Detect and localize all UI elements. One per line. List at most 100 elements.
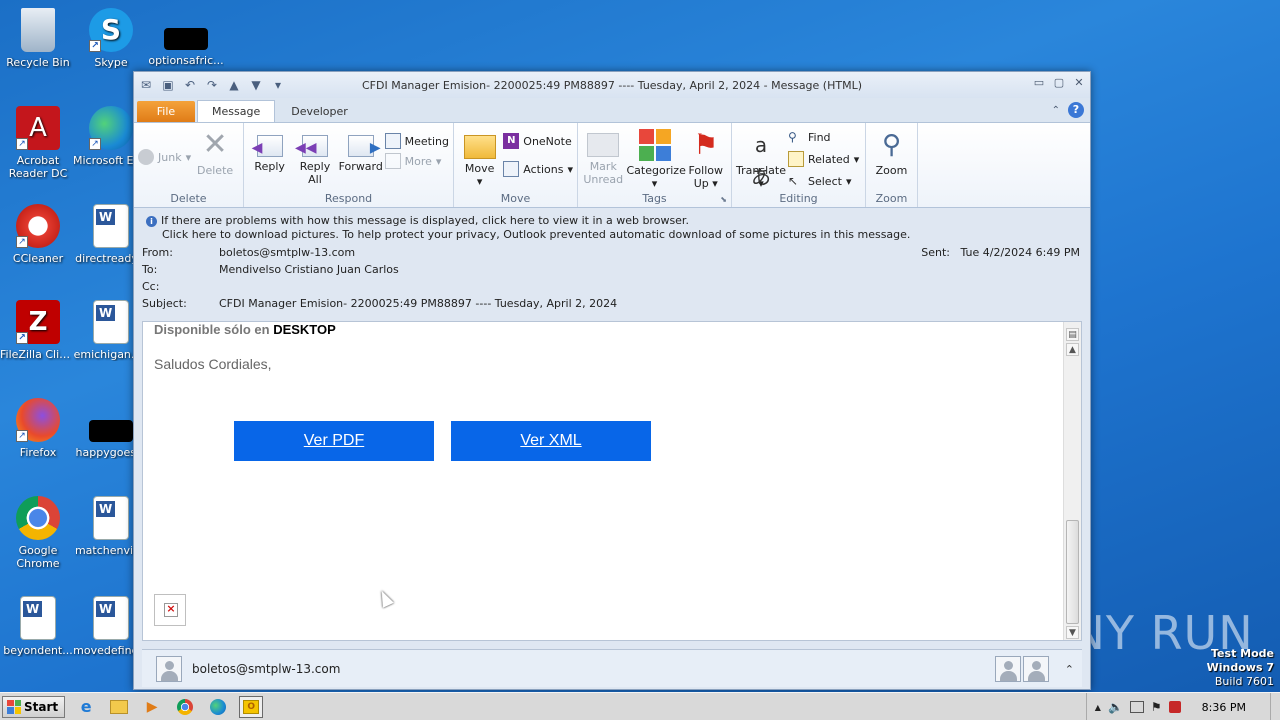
more-respond-button[interactable]: More ▾: [384, 153, 449, 169]
desktop-icon-beyondent[interactable]: W beyondent...: [0, 596, 76, 657]
from-address[interactable]: boletos@smtplw-13.com: [219, 246, 355, 263]
tab-message[interactable]: Message: [197, 100, 276, 122]
close-icon[interactable]: ✕: [1072, 76, 1086, 90]
desktop-icon-recycle-bin[interactable]: Recycle Bin: [0, 8, 76, 69]
people-pane-email[interactable]: boletos@smtplw-13.com: [192, 662, 340, 676]
minimize-icon[interactable]: ▭: [1032, 76, 1046, 90]
outlook-icon: O: [243, 699, 260, 714]
skype-icon: S ↗: [89, 8, 133, 52]
scroll-page-icon[interactable]: ▤: [1066, 328, 1079, 341]
desktop-icon-skype[interactable]: S ↗ Skype: [73, 8, 149, 69]
mark-unread-icon: [587, 133, 620, 157]
outlook-message-window: ✉ ▣ ↶ ↷ ▲ ▼ ▾ CFDI Manager Emision- 2200…: [133, 71, 1091, 690]
find-button[interactable]: ⚲ Find: [788, 129, 859, 145]
taskbar-internet-explorer[interactable]: e: [74, 696, 98, 718]
people-pane: boletos@smtplw-13.com ⌃: [142, 649, 1082, 687]
taskbar-explorer[interactable]: [107, 696, 131, 718]
message-body: Disponible sólo en DESKTOP Saludos Cordi…: [142, 321, 1082, 641]
related-button[interactable]: Related ▾: [788, 151, 859, 167]
collapse-ribbon-icon[interactable]: ⌃: [1052, 105, 1060, 116]
tab-developer[interactable]: Developer: [277, 101, 362, 122]
info-icon: i: [146, 216, 157, 227]
group-delete: Junk ▾ ✕ Delete Delete: [134, 123, 244, 207]
chrome-icon: [16, 496, 60, 540]
availability-text: Disponible sólo en DESKTOP: [154, 322, 336, 337]
forward-icon: ▶: [347, 135, 381, 157]
junk-button[interactable]: Junk ▾: [138, 149, 191, 165]
ribbon-tabs: File Message Developer ⌃ ?: [134, 98, 1090, 122]
tab-file[interactable]: File: [137, 101, 195, 122]
word-document-icon: W: [93, 300, 129, 344]
desktop-icon-ccleaner[interactable]: ↗ CCleaner: [0, 204, 76, 265]
recycle-bin-icon: [21, 8, 55, 52]
word-document-icon: W: [20, 596, 56, 640]
filezilla-icon: Z ↗: [16, 300, 60, 344]
title-bar: ✉ ▣ ↶ ↷ ▲ ▼ ▾ CFDI Manager Emision- 2200…: [134, 72, 1090, 98]
next-item-icon[interactable]: ▼: [248, 77, 264, 93]
customize-toolbar-icon[interactable]: ▾: [270, 77, 286, 93]
tags-dialog-launcher-icon[interactable]: ⬊: [720, 195, 727, 204]
follow-up-flag-icon: ⚑: [693, 128, 719, 161]
onenote-icon: N: [503, 133, 520, 149]
volume-icon[interactable]: 🔈: [1108, 700, 1123, 714]
vertical-scrollbar[interactable]: ▤ ▲ ▼: [1063, 322, 1081, 640]
desktop-icon-chrome[interactable]: Google Chrome: [0, 496, 76, 570]
desktop-icon-filezilla[interactable]: Z ↗ FileZilla Client: [0, 300, 76, 361]
desktop-icon-acrobat[interactable]: A ↗ Acrobat Reader DC: [0, 106, 76, 180]
desktop-icon-optionsafric[interactable]: optionsafric...: [148, 8, 224, 67]
redacted-file-icon: [89, 420, 133, 442]
actions-button[interactable]: Actions ▾: [503, 161, 573, 177]
windows-test-mode-watermark: Test Mode Windows 7 Build 7601: [1206, 647, 1274, 688]
chrome-icon: [177, 698, 194, 715]
previous-item-icon[interactable]: ▲: [226, 77, 242, 93]
onenote-button[interactable]: N OneNote: [503, 133, 573, 149]
edge-icon: [210, 698, 227, 715]
select-button[interactable]: ↖ Select ▾: [788, 173, 859, 189]
firefox-icon: ↗: [16, 398, 60, 442]
person-avatar[interactable]: [1022, 656, 1049, 682]
select-cursor-icon: ↖: [788, 174, 799, 188]
taskbar-media-player[interactable]: ▶: [140, 696, 164, 718]
related-icon: [788, 151, 804, 167]
broken-image-icon: [154, 594, 186, 626]
undo-icon[interactable]: ↶: [182, 77, 198, 93]
group-tags: Mark Unread Categorize ▾ ⚑ Follow Up ▾ Ta…: [578, 123, 732, 207]
scroll-down-icon[interactable]: ▼: [1066, 626, 1079, 639]
taskbar-edge[interactable]: [206, 696, 230, 718]
show-desktop-button[interactable]: [1270, 693, 1280, 720]
redacted-file-icon: [164, 28, 208, 50]
ver-xml-button[interactable]: Ver XML: [451, 421, 651, 461]
info-bar[interactable]: i If there are problems with how this mes…: [134, 208, 1090, 246]
group-move: Move ▾ N OneNote Actions ▾ Move: [454, 123, 578, 207]
help-icon[interactable]: ?: [1068, 102, 1084, 118]
expand-people-pane-icon[interactable]: ⌃: [1065, 663, 1074, 676]
clock[interactable]: 8:36 PM: [1202, 701, 1246, 714]
taskbar-chrome[interactable]: [173, 696, 197, 718]
save-icon[interactable]: ▣: [160, 77, 176, 93]
sender-avatar[interactable]: [156, 655, 182, 682]
outlook-envelope-icon[interactable]: ✉: [138, 77, 154, 93]
scroll-up-icon[interactable]: ▲: [1066, 343, 1079, 356]
group-editing: aあ Translate ▾ ⚲ Find Related ▾ ↖ Select ▾ …: [732, 123, 866, 207]
person-avatar[interactable]: [994, 656, 1021, 682]
sent-date: Sent: Tue 4/2/2024 6:49 PM: [921, 246, 1080, 259]
start-button[interactable]: Start: [2, 695, 66, 718]
show-hidden-icons[interactable]: ▲: [1095, 703, 1101, 712]
desktop-icon-firefox[interactable]: ↗ Firefox: [0, 398, 76, 459]
meeting-button[interactable]: Meeting: [384, 133, 449, 149]
delete-x-icon: ✕: [202, 127, 228, 162]
scroll-thumb[interactable]: [1066, 520, 1079, 624]
security-icon[interactable]: [1168, 701, 1181, 713]
quick-access-toolbar: ✉ ▣ ↶ ↷ ▲ ▼ ▾: [134, 77, 286, 93]
ver-pdf-button[interactable]: Ver PDF: [234, 421, 434, 461]
binoculars-icon: ⚲: [788, 130, 797, 144]
network-icon[interactable]: [1129, 701, 1144, 713]
redo-icon[interactable]: ↷: [204, 77, 220, 93]
action-center-flag-icon[interactable]: ⚑: [1151, 700, 1162, 714]
group-respond: ◀ Reply ◀◀ Reply All ▶ Forward Meeting M…: [244, 123, 454, 207]
to-recipient[interactable]: Mendivelso Cristiano Juan Carlos: [219, 263, 399, 280]
taskbar-outlook[interactable]: O: [239, 695, 264, 718]
ccleaner-icon: ↗: [16, 204, 60, 248]
maximize-icon[interactable]: ▢: [1052, 76, 1066, 90]
taskbar: Start e ▶ O ▲ 🔈 ⚑ 8:36 PM: [0, 692, 1280, 720]
